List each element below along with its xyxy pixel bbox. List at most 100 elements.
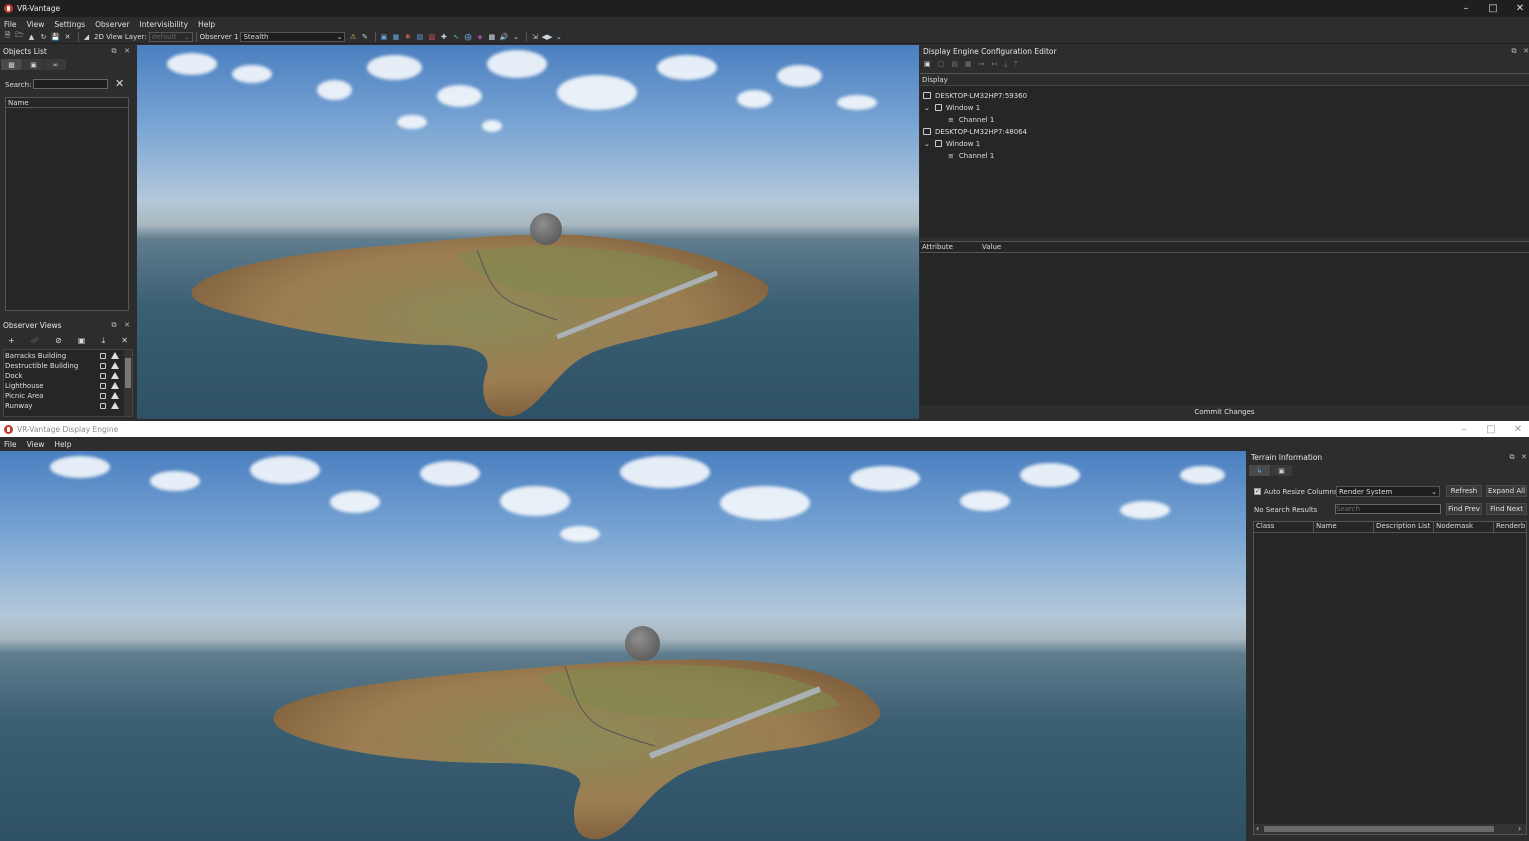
minimize-icon[interactable]: – [1451, 421, 1477, 437]
menu-help[interactable]: Help [54, 440, 71, 449]
column-class[interactable]: Class [1254, 521, 1314, 533]
chevron-right-icon[interactable]: › [1518, 824, 1521, 833]
3d-viewport[interactable] [137, 45, 919, 419]
camera-icon[interactable] [100, 353, 106, 359]
terrain-icon[interactable] [111, 372, 119, 379]
terrain-icon[interactable] [111, 392, 119, 399]
menu-view[interactable]: View [27, 20, 45, 29]
menu-file[interactable]: File [4, 440, 17, 449]
new-file-icon[interactable]: 🗎 [3, 31, 12, 41]
close-icon[interactable]: ✕ [1521, 45, 1529, 57]
chevron-left-icon[interactable]: ‹ [1256, 824, 1259, 833]
close-icon[interactable]: ✕ [1519, 451, 1529, 463]
column-nodemask[interactable]: Nodemask [1434, 521, 1494, 533]
float-panel-icon[interactable]: ⧉ [109, 45, 119, 57]
menu-help[interactable]: Help [198, 20, 215, 29]
float-panel-icon[interactable]: ⧉ [109, 319, 119, 331]
close-icon[interactable]: ✕ [1505, 421, 1529, 437]
delete-icon[interactable]: ✕ [121, 336, 128, 346]
attribute-table[interactable]: Attribute Value [920, 241, 1529, 405]
playback-icon[interactable]: ◀▶ [542, 32, 553, 41]
tab-observers[interactable]: ∞ [45, 59, 66, 70]
export-icon[interactable]: ⇲ [530, 32, 539, 41]
terrain-icon[interactable] [111, 362, 119, 369]
find-prev-button[interactable]: Find Prev [1446, 503, 1482, 515]
terrain-table[interactable]: Class Name Description List Nodemask Ren… [1253, 521, 1527, 835]
terrain-icon[interactable]: ▲ [27, 32, 36, 41]
warning-icon[interactable]: ⚠ [348, 32, 357, 41]
close-icon[interactable]: ✕ [122, 319, 132, 331]
terrain-icon[interactable] [111, 402, 119, 409]
commit-changes-button[interactable]: Commit Changes [920, 406, 1529, 417]
list-item[interactable]: Lighthouse [5, 381, 123, 391]
search-input[interactable] [33, 79, 108, 89]
list-item[interactable]: Destructible Building [5, 361, 123, 371]
horizontal-scrollbar[interactable]: ‹ › [1254, 824, 1526, 834]
route-icon[interactable]: ▧ [427, 32, 436, 41]
maximize-icon[interactable]: □ [1480, 0, 1506, 17]
tab-vehicles[interactable]: ▩ [1, 59, 22, 70]
minimize-icon[interactable]: – [1453, 0, 1479, 17]
camera-icon[interactable] [100, 393, 106, 399]
scrollbar-thumb[interactable] [125, 358, 131, 388]
camera-icon[interactable]: ▣ [379, 32, 388, 41]
column-description-list[interactable]: Description List [1374, 521, 1434, 533]
clear-search-icon[interactable]: ✕ [115, 77, 124, 90]
find-next-button[interactable]: Find Next [1486, 503, 1527, 515]
add-window-icon[interactable]: □ [938, 60, 945, 70]
sound-icon[interactable]: 🔊 [499, 32, 509, 41]
tab-buildings[interactable]: ▣ [1271, 465, 1292, 476]
menu-file[interactable]: File [4, 20, 17, 29]
scrollbar-thumb[interactable] [1264, 826, 1494, 832]
tree-item-window[interactable]: ⌄ Window 1 [924, 138, 980, 149]
close-scenario-icon[interactable]: ✕ [63, 32, 72, 41]
tree-item-display[interactable]: DESKTOP-LM32HP7:59360 [923, 90, 1027, 101]
axis-icon[interactable]: ✚ [439, 32, 448, 41]
hide-icon[interactable]: ⊘ [55, 336, 62, 346]
link-icon[interactable]: ☍ [31, 336, 39, 346]
tree-item-window[interactable]: ⌄ Window 1 [924, 102, 980, 113]
expand-all-button[interactable]: Expand All [1486, 485, 1527, 497]
column-renderbin[interactable]: Renderbin [1494, 522, 1526, 533]
camera-icon[interactable] [100, 373, 106, 379]
focus-icon[interactable]: ▣ [78, 336, 86, 346]
menu-intervisibility[interactable]: Intervisibility [140, 20, 189, 29]
save-icon[interactable]: 💾 [51, 32, 60, 41]
objects-table[interactable]: Name [5, 97, 129, 311]
indent-icon[interactable]: ↦ [979, 60, 985, 70]
float-panel-icon[interactable]: ⧉ [1507, 451, 1517, 463]
camera-icon[interactable] [100, 403, 106, 409]
chevron-down-icon[interactable]: ⌄ [554, 32, 563, 41]
column-name[interactable]: Name [1314, 521, 1374, 533]
fire-icon[interactable]: ❄ [403, 32, 412, 41]
export-icon[interactable]: ⤒ [1014, 60, 1017, 70]
list-item[interactable]: Barracks Building [5, 351, 123, 361]
list-item[interactable]: Dock [5, 371, 123, 381]
remove-icon[interactable]: ▦ [965, 60, 972, 70]
list-item[interactable]: Picnic Area [5, 391, 123, 401]
column-header-name[interactable]: Name [6, 98, 128, 108]
close-icon[interactable]: ✕ [122, 45, 132, 57]
auto-resize-checkbox[interactable]: ✓ [1254, 488, 1261, 495]
terrain-icon[interactable] [111, 382, 119, 389]
display-tree[interactable]: DESKTOP-LM32HP7:59360 ⌄ Window 1 ≡ Channel… [920, 85, 1529, 237]
layer-icon[interactable]: ◢ [82, 32, 91, 41]
terrain-icon[interactable] [111, 352, 119, 359]
graph-icon[interactable]: ∿ [451, 32, 460, 41]
chevron-down-icon[interactable]: ⌄ [924, 104, 930, 112]
list-item[interactable]: Runway [5, 401, 123, 411]
add-view-icon[interactable]: + [8, 336, 15, 346]
menu-view[interactable]: View [27, 440, 45, 449]
tree-item-channel[interactable]: ≡ Channel 1 [948, 150, 994, 161]
grid-icon[interactable]: ▦ [391, 32, 400, 41]
camera-icon[interactable] [100, 383, 106, 389]
add-channel-icon[interactable]: ▤ [951, 60, 958, 70]
observer-views-list[interactable]: Barracks Building Destructible Building … [3, 349, 133, 417]
chevron-down-icon[interactable]: ⌄ [924, 140, 930, 148]
render-system-select[interactable]: Render System ⌄ [1336, 486, 1440, 497]
refresh-button[interactable]: Refresh [1446, 485, 1482, 497]
add-display-icon[interactable]: ▣ [924, 60, 931, 70]
refresh-icon[interactable]: ↻ [39, 32, 48, 41]
maximize-icon[interactable]: □ [1478, 421, 1504, 437]
view-layer-select[interactable]: default ⌄ [148, 31, 193, 42]
